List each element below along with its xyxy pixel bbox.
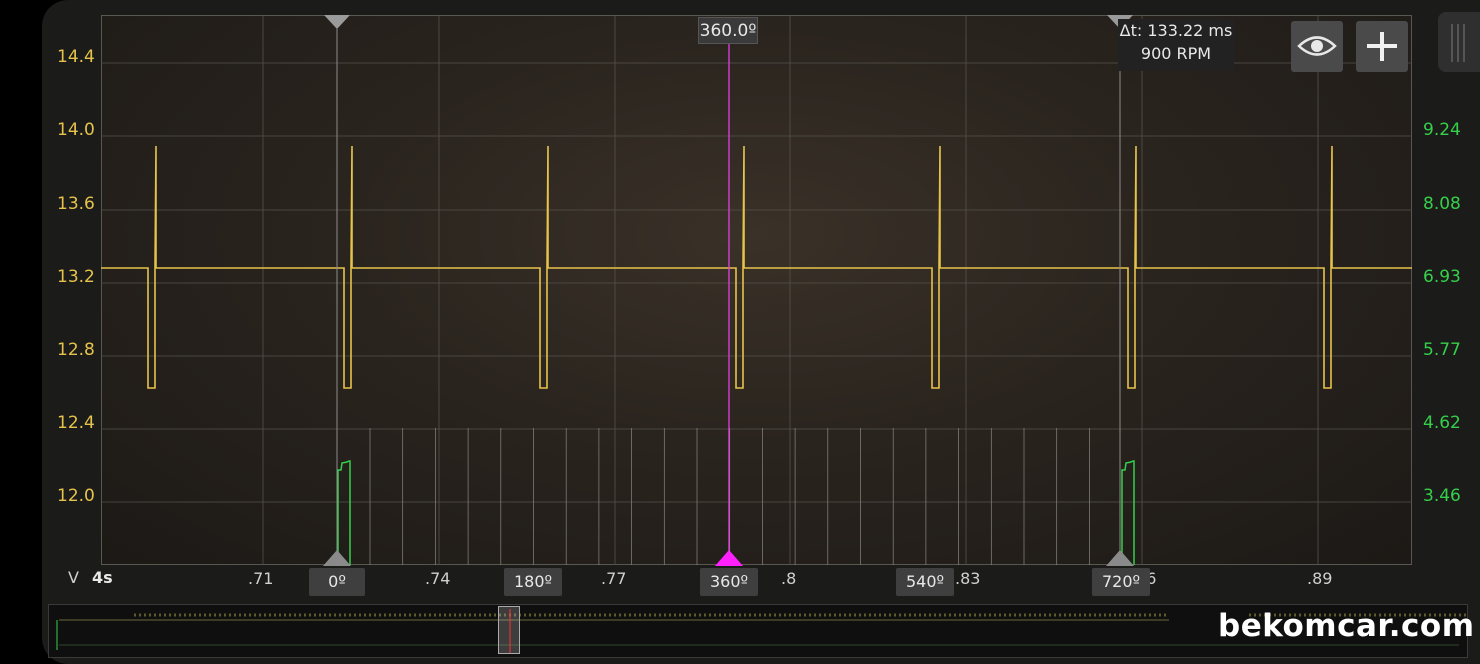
waveform-canvas (101, 15, 1412, 566)
y-left-label: 13.2 (57, 267, 95, 287)
secondary-trace-pulse-1 (337, 460, 351, 565)
crank-tick-lines (369, 428, 1090, 565)
degree-marker-540[interactable]: 540º (896, 568, 954, 596)
grip-icon (1451, 24, 1465, 62)
rpm-value: 900 RPM (1140, 44, 1212, 63)
y-right-label: 8.08 (1423, 194, 1461, 214)
degree-marker-180[interactable]: 180º (504, 568, 562, 596)
y-left-label: 12.4 (57, 413, 95, 433)
overview-viewport[interactable] (498, 606, 520, 654)
cursor-angle-label[interactable]: 360.0º (698, 17, 758, 44)
watermark-text: bekomcar.com (1218, 608, 1475, 644)
y-left-label: 14.0 (57, 120, 95, 140)
measurement-readout: Δt: 133.22 ms 900 RPM (1118, 19, 1234, 71)
visibility-button[interactable] (1291, 21, 1343, 72)
y-right-label: 9.24 (1423, 120, 1461, 140)
x-tick-label: .8 (781, 569, 797, 588)
x-tick-label: .71 (248, 569, 274, 588)
eye-icon (1297, 36, 1337, 56)
timebase-label[interactable]: 4s (92, 568, 113, 587)
y-left-label: 12.0 (57, 486, 95, 506)
marker-bottom-left (323, 550, 351, 566)
degree-marker-720[interactable]: 720º (1092, 568, 1150, 596)
degree-marker-0[interactable]: 0º (309, 568, 365, 596)
x-tick-label: .89 (1307, 569, 1333, 588)
y-right-label: 6.93 (1423, 267, 1461, 287)
add-button[interactable] (1356, 21, 1408, 72)
voltage-trace (101, 145, 1412, 389)
plus-icon (1367, 32, 1397, 61)
x-tick-label: .74 (425, 569, 451, 588)
secondary-trace-pulse-2 (1121, 460, 1135, 565)
y-right-label: 5.77 (1423, 340, 1461, 360)
y-unit-label: V (68, 568, 79, 587)
cursor-marker (715, 550, 743, 566)
marker-top-left (324, 15, 350, 29)
grid-lines (101, 15, 1412, 565)
x-tick-label: .77 (601, 569, 627, 588)
overview-cursor-line (509, 609, 511, 653)
delta-time-value: Δt: 133.22 ms (1119, 21, 1233, 40)
y-left-label: 13.6 (57, 194, 95, 214)
y-right-label: 3.46 (1423, 486, 1461, 506)
x-tick-label: .83 (955, 569, 981, 588)
degree-marker-360[interactable]: 360º (700, 568, 758, 596)
marker-bottom-right (1106, 550, 1134, 566)
side-panel-handle[interactable] (1438, 12, 1480, 72)
y-left-label: 14.4 (57, 47, 95, 67)
y-left-label: 12.8 (57, 340, 95, 360)
y-right-label: 4.62 (1423, 413, 1461, 433)
